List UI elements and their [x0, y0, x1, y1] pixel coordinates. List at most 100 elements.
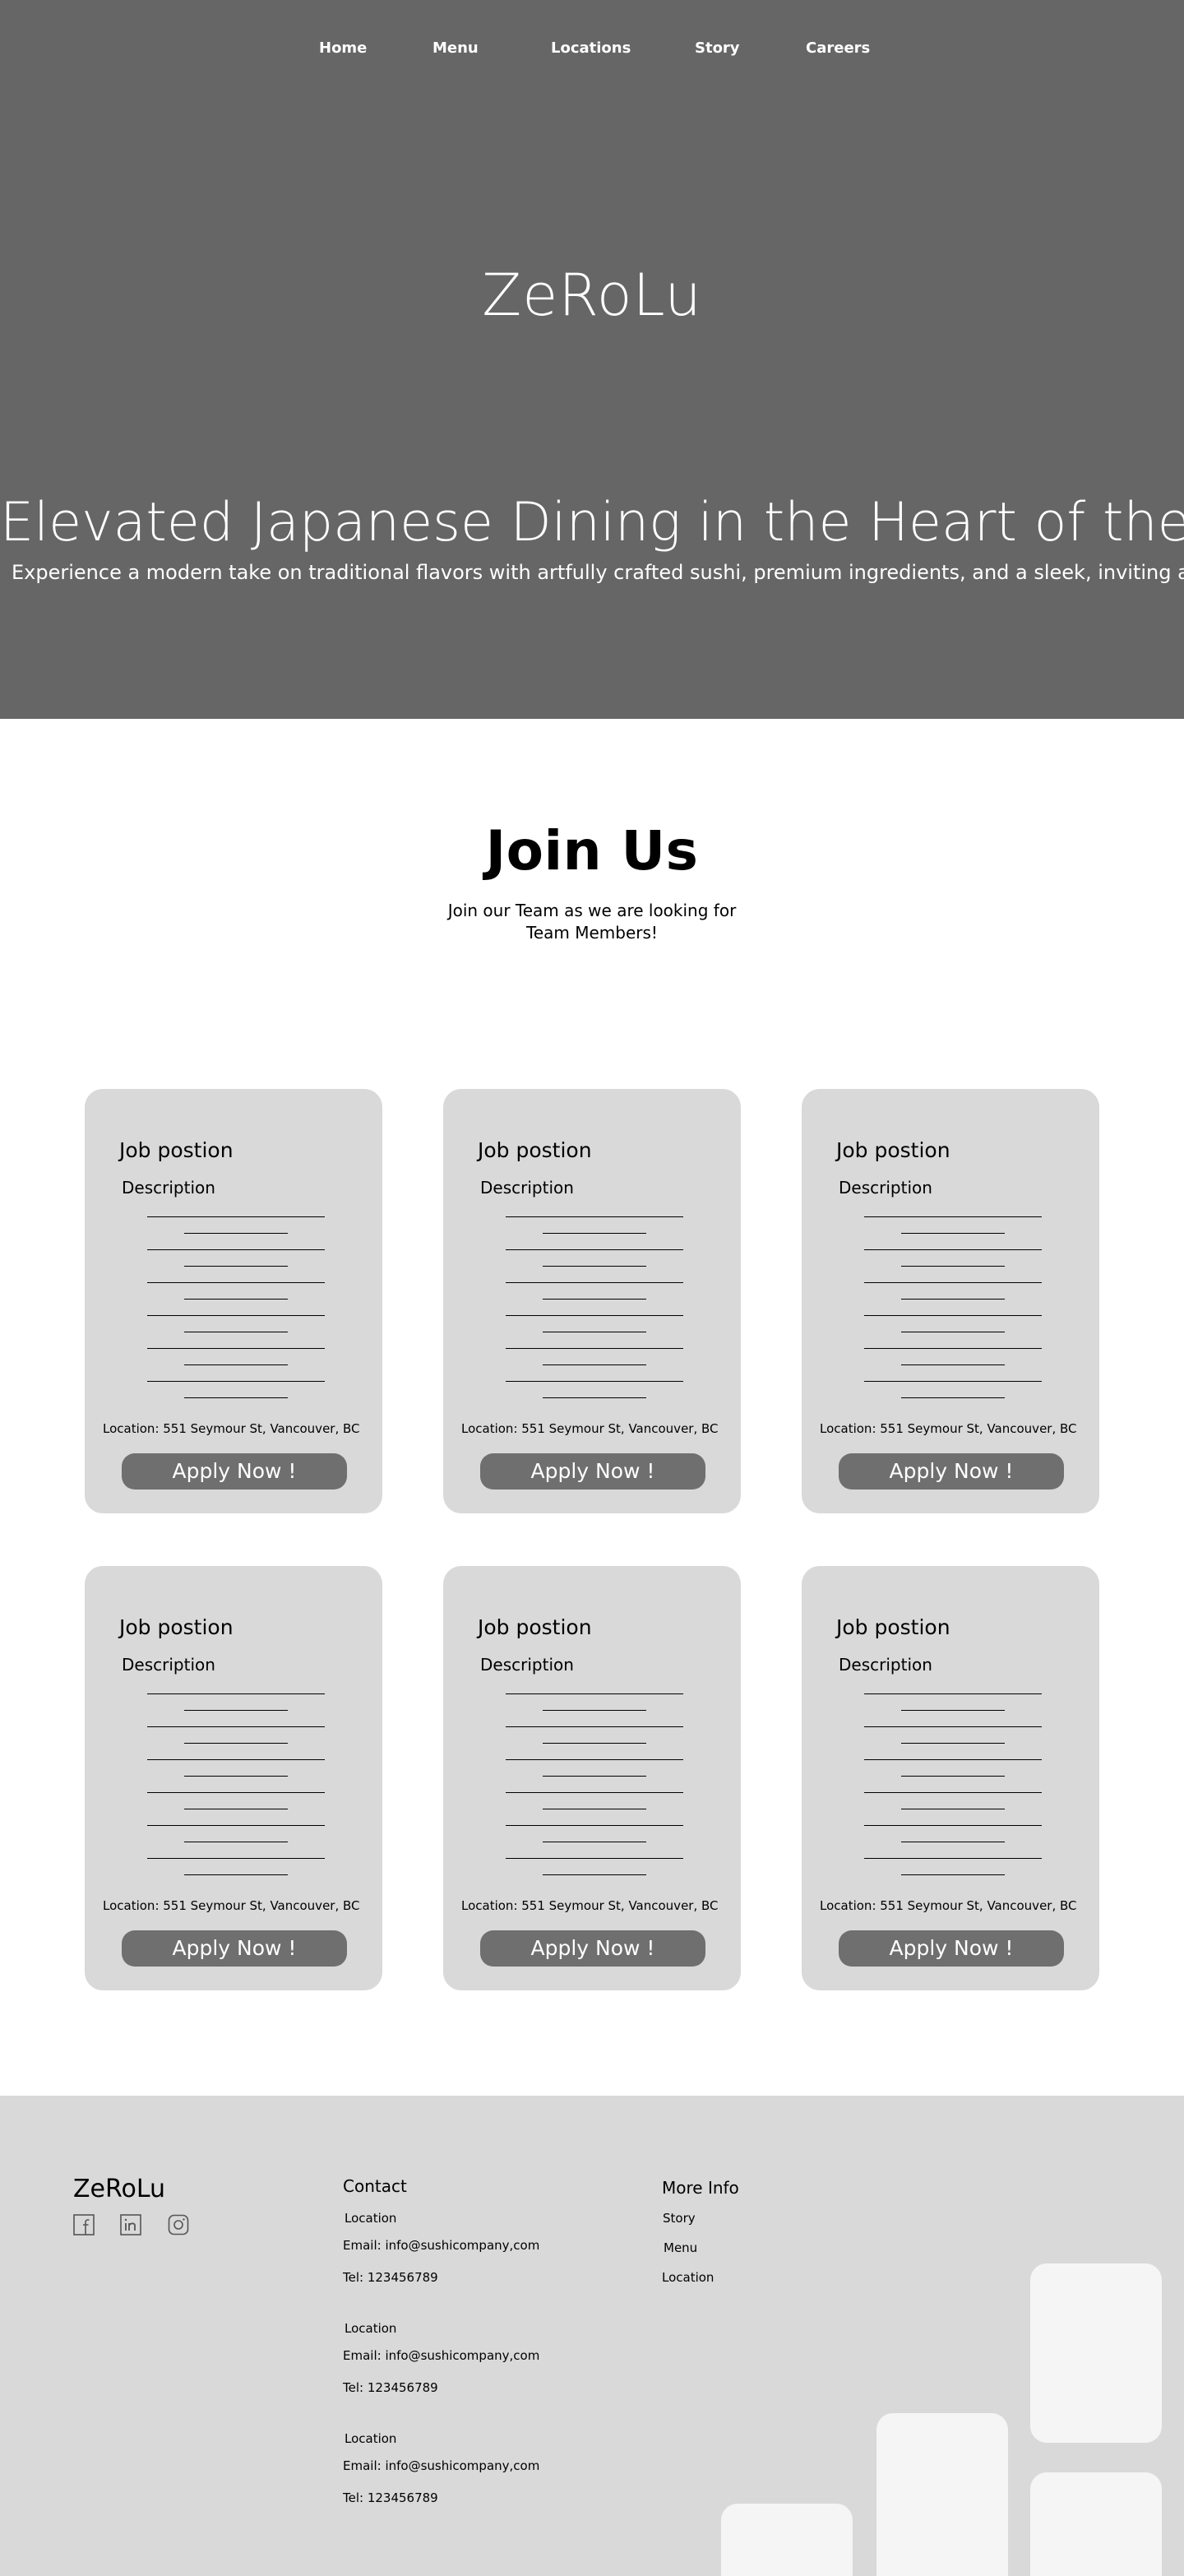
job-title: Job postion	[119, 1138, 234, 1162]
placeholder-line	[147, 1249, 325, 1250]
footer: ZeRoLu Contact More Info Story Menu Loca…	[0, 2096, 1184, 2576]
nav-home[interactable]: Home	[319, 39, 367, 57]
placeholder-line	[147, 1348, 325, 1349]
apply-now-button[interactable]: Apply Now !	[122, 1453, 347, 1490]
job-card: Job postion Description Location: 551 Seym…	[85, 1089, 382, 1513]
placeholder-line	[543, 1233, 646, 1234]
placeholder-line	[901, 1710, 1005, 1711]
placeholder-line	[184, 1874, 288, 1875]
placeholder-line	[901, 1397, 1005, 1398]
placeholder-line	[901, 1776, 1005, 1777]
contact-location: Location	[345, 2321, 397, 2336]
placeholder-line	[543, 1710, 646, 1711]
join-title: Join Us	[485, 819, 699, 883]
job-card: Job postion Description Location: 551 Seym…	[802, 1089, 1099, 1513]
placeholder-line	[864, 1282, 1042, 1283]
decor-tile	[876, 2413, 1008, 2576]
job-title: Job postion	[478, 1138, 592, 1162]
instagram-icon[interactable]	[168, 2214, 189, 2235]
contact-tel: Tel: 123456789	[343, 2380, 438, 2395]
job-location: Location: 551 Seymour St, Vancouver, BC	[820, 1898, 1077, 1913]
placeholder-line	[147, 1858, 325, 1859]
placeholder-line	[864, 1825, 1042, 1826]
decor-tile	[1030, 2263, 1162, 2443]
nav-locations[interactable]: Locations	[551, 39, 631, 57]
placeholder-line	[506, 1693, 683, 1694]
placeholder-line	[147, 1825, 325, 1826]
placeholder-line	[506, 1759, 683, 1760]
placeholder-line	[864, 1792, 1042, 1793]
hero-title: Elevated Japanese Dining in the Heart of…	[0, 492, 1184, 554]
description-placeholder-lines	[443, 1216, 741, 1406]
description-placeholder-lines	[802, 1216, 1099, 1406]
nav-careers[interactable]: Careers	[806, 39, 870, 57]
hero-brand-logo: ZeRoLu	[482, 262, 702, 329]
placeholder-line	[543, 1266, 646, 1267]
job-description-label: Description	[839, 1178, 932, 1198]
placeholder-line	[147, 1726, 325, 1727]
placeholder-line	[543, 1743, 646, 1744]
job-title: Job postion	[478, 1615, 592, 1639]
placeholder-line	[506, 1282, 683, 1283]
placeholder-line	[147, 1693, 325, 1694]
main-nav: Home Menu Locations Story Careers	[0, 39, 1184, 59]
placeholder-line	[543, 1874, 646, 1875]
placeholder-line	[147, 1315, 325, 1316]
placeholder-line	[184, 1266, 288, 1267]
job-title: Job postion	[119, 1615, 234, 1639]
placeholder-line	[184, 1710, 288, 1711]
placeholder-line	[506, 1348, 683, 1349]
placeholder-line	[864, 1381, 1042, 1382]
footer-link-story[interactable]: Story	[663, 2211, 696, 2226]
job-card: Job postion Description Location: 551 Seym…	[802, 1566, 1099, 1990]
contact-location: Location	[345, 2211, 397, 2226]
job-title: Job postion	[836, 1138, 950, 1162]
facebook-icon[interactable]	[73, 2214, 95, 2235]
job-location: Location: 551 Seymour St, Vancouver, BC	[103, 1898, 360, 1913]
contact-email: Email: info@sushicompany,com	[343, 2458, 540, 2473]
footer-link-menu[interactable]: Menu	[664, 2240, 697, 2255]
apply-now-button[interactable]: Apply Now !	[839, 1930, 1064, 1967]
join-subtitle: Join our Team as we are looking for Team…	[447, 901, 737, 943]
job-location: Location: 551 Seymour St, Vancouver, BC	[820, 1421, 1077, 1436]
contact-email: Email: info@sushicompany,com	[343, 2348, 540, 2363]
apply-now-button[interactable]: Apply Now !	[122, 1930, 347, 1967]
placeholder-line	[864, 1348, 1042, 1349]
hero-section: Home Menu Locations Story Careers ZeRoLu…	[0, 0, 1184, 719]
placeholder-line	[901, 1874, 1005, 1875]
description-placeholder-lines	[85, 1216, 382, 1406]
placeholder-line	[864, 1693, 1042, 1694]
placeholder-line	[147, 1381, 325, 1382]
job-card: Job postion Description Location: 551 Seym…	[85, 1566, 382, 1990]
apply-now-button[interactable]: Apply Now !	[480, 1453, 705, 1490]
nav-menu[interactable]: Menu	[432, 39, 479, 57]
hero-subtitle: Experience a modern take on traditional …	[12, 561, 1184, 584]
placeholder-line	[506, 1216, 683, 1217]
job-card: Job postion Description Location: 551 Seym…	[443, 1089, 741, 1513]
placeholder-line	[147, 1759, 325, 1760]
apply-now-button[interactable]: Apply Now !	[480, 1930, 705, 1967]
contact-heading: Contact	[343, 2176, 407, 2196]
linkedin-icon[interactable]	[120, 2214, 141, 2235]
placeholder-line	[543, 1364, 646, 1365]
contact-email: Email: info@sushicompany,com	[343, 2238, 540, 2253]
contact-location: Location	[345, 2431, 397, 2446]
job-location: Location: 551 Seymour St, Vancouver, BC	[461, 1421, 719, 1436]
contact-tel: Tel: 123456789	[343, 2270, 438, 2285]
description-placeholder-lines	[802, 1693, 1099, 1883]
job-description-label: Description	[122, 1178, 215, 1198]
placeholder-line	[901, 1266, 1005, 1267]
placeholder-line	[864, 1858, 1042, 1859]
placeholder-line	[184, 1233, 288, 1234]
placeholder-line	[147, 1216, 325, 1217]
placeholder-line	[901, 1743, 1005, 1744]
nav-story[interactable]: Story	[695, 39, 740, 57]
apply-now-button[interactable]: Apply Now !	[839, 1453, 1064, 1490]
placeholder-line	[184, 1364, 288, 1365]
placeholder-line	[901, 1299, 1005, 1300]
job-description-label: Description	[839, 1655, 932, 1675]
placeholder-line	[506, 1825, 683, 1826]
description-placeholder-lines	[443, 1693, 741, 1883]
job-card: Job postion Description Location: 551 Seym…	[443, 1566, 741, 1990]
footer-link-location[interactable]: Location	[662, 2270, 714, 2285]
